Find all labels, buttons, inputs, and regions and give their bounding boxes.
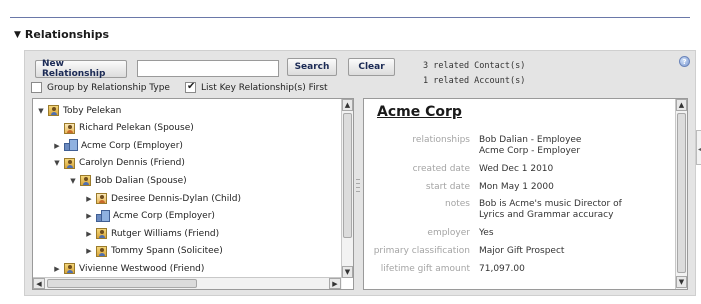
contact-icon	[64, 122, 75, 134]
relationship-detail: Acme Corp relationships Bob Dalian - Emp…	[363, 98, 688, 290]
tree-node-label[interactable]: Acme Corp (Employer)	[81, 141, 183, 151]
collapse-triangle-icon[interactable]: ▼	[68, 177, 78, 185]
scrollbar-thumb[interactable]	[343, 113, 352, 238]
start-date-label: start date	[425, 182, 470, 192]
contact-icon	[80, 175, 91, 187]
related-accounts-count: 1 related Account(s)	[423, 76, 526, 86]
detail-relationships-row: relationships Bob Dalian - Employee Acme…	[364, 135, 674, 157]
scroll-left-arrow-icon[interactable]: ◀	[33, 278, 45, 289]
lifetime-gift-amount-value: 71,097.00	[479, 264, 525, 274]
tree-node[interactable]: ▶ Acme Corp (Employer)	[52, 137, 183, 154]
section-divider	[10, 17, 690, 18]
relationship-line: Acme Corp - Employer	[479, 146, 581, 156]
tree-node[interactable]: ▶ Acme Corp (Employer)	[84, 208, 215, 225]
horizontal-scrollbar-thumb[interactable]	[47, 279, 197, 288]
contact-icon	[96, 228, 107, 240]
search-button[interactable]: Search	[287, 58, 337, 76]
group-by-type-checkbox[interactable]	[31, 82, 42, 93]
scroll-down-arrow-icon[interactable]: ▼	[342, 266, 353, 278]
tree-node-label[interactable]: Richard Pelekan (Spouse)	[79, 123, 194, 133]
group-by-type-label: Group by Relationship Type	[47, 82, 170, 93]
notes-line: Lyrics and Grammar accuracy	[479, 210, 614, 220]
detail-start-row: start date Mon May 1 2000	[364, 182, 674, 193]
related-contacts-count: 3 related Contact(s)	[423, 61, 526, 71]
tree-node[interactable]: ▶ Rutger Williams (Friend)	[84, 225, 219, 242]
detail-title[interactable]: Acme Corp	[377, 104, 462, 120]
created-date-label: created date	[412, 164, 470, 174]
expand-triangle-icon[interactable]: ▶	[84, 247, 94, 255]
section-header[interactable]: ▼ Relationships	[14, 28, 109, 41]
relationships-value: Bob Dalian - Employee Acme Corp - Employ…	[479, 135, 581, 157]
expand-triangle-icon[interactable]: ▶	[84, 212, 94, 220]
contact-icon	[64, 157, 75, 169]
expand-triangle-icon[interactable]: ▶	[52, 142, 62, 150]
relationship-tree[interactable]: ▼ Toby Pelekan Richard Pelekan (Spouse) ▶ Ac…	[32, 98, 354, 290]
start-date-value: Mon May 1 2000	[479, 182, 554, 192]
account-icon	[64, 139, 78, 152]
tree-node-label[interactable]: Rutger Williams (Friend)	[111, 229, 219, 239]
list-key-first-option[interactable]: List Key Relationship(s) First	[185, 81, 328, 93]
scroll-up-arrow-icon[interactable]: ▲	[342, 99, 353, 111]
account-icon	[96, 209, 110, 222]
tree-vertical-scrollbar[interactable]: ▲ ▼	[341, 99, 353, 278]
detail-employer-row: employer Yes	[364, 228, 674, 239]
detail-primary-row: primary classification Major Gift Prospe…	[364, 246, 674, 257]
notes-label: notes	[445, 199, 470, 209]
tree-node[interactable]: ▶ Tommy Spann (Solicitee)	[84, 243, 223, 260]
tree-node[interactable]: Richard Pelekan (Spouse)	[52, 120, 194, 137]
group-by-type-option[interactable]: Group by Relationship Type	[31, 82, 170, 93]
tree-node-label[interactable]: Toby Pelekan	[63, 106, 121, 116]
detail-notes-row: notes Bob is Acme's music Director of Ly…	[364, 199, 674, 221]
section-title: Relationships	[24, 28, 110, 41]
tree-horizontal-scrollbar[interactable]: ◀ ▶	[33, 277, 342, 289]
employer-label: employer	[427, 228, 470, 238]
list-key-first-label: List Key Relationship(s) First	[201, 82, 328, 93]
notes-value: Bob is Acme's music Director of Lyrics a…	[479, 199, 622, 221]
collapse-triangle-icon[interactable]: ▼	[52, 159, 62, 167]
detail-created-row: created date Wed Dec 1 2010	[364, 164, 674, 175]
contact-icon	[96, 245, 107, 257]
tree-node[interactable]: ▼ Toby Pelekan	[36, 102, 121, 119]
search-input[interactable]	[137, 60, 279, 77]
expand-triangle-icon[interactable]: ▶	[84, 230, 94, 238]
contact-icon	[64, 263, 75, 275]
tree-node[interactable]: ▶ Desiree Dennis-Dylan (Child)	[84, 190, 241, 207]
tree-node-label[interactable]: Bob Dalian (Spouse)	[95, 176, 187, 186]
collapse-triangle-icon[interactable]: ▼	[36, 107, 46, 115]
new-relationship-button[interactable]: New Relationship	[35, 59, 127, 79]
scroll-down-arrow-icon[interactable]: ▼	[676, 276, 687, 288]
primary-classification-label: primary classification	[373, 246, 470, 256]
scrollbar-thumb[interactable]	[677, 113, 686, 273]
contact-icon	[96, 193, 107, 204]
employer-value: Yes	[479, 228, 494, 238]
expand-triangle-icon[interactable]: ▶	[52, 265, 62, 273]
clear-button[interactable]: Clear	[348, 58, 395, 76]
tree-node[interactable]: ▶ Vivienne Westwood (Friend)	[52, 260, 204, 277]
expand-triangle-icon[interactable]: ▶	[84, 195, 94, 203]
tree-node-label[interactable]: Vivienne Westwood (Friend)	[79, 264, 204, 274]
detail-vertical-scrollbar[interactable]: ▲ ▼	[675, 99, 687, 289]
contact-icon	[48, 105, 59, 116]
primary-classification-value: Major Gift Prospect	[479, 246, 565, 256]
scroll-right-arrow-icon[interactable]: ▶	[329, 278, 341, 289]
pane-splitter[interactable]	[356, 179, 360, 197]
tree-node-label[interactable]: Carolyn Dennis (Friend)	[79, 158, 185, 168]
list-key-first-checkbox[interactable]	[185, 81, 196, 93]
detail-lifetime-row: lifetime gift amount 71,097.00	[364, 264, 674, 275]
relationships-label: relationships	[412, 135, 470, 145]
side-collapse-handle[interactable]: ◂	[696, 130, 701, 165]
lifetime-gift-amount-label: lifetime gift amount	[380, 264, 470, 274]
relationship-line: Bob Dalian - Employee	[479, 135, 582, 145]
notes-line: Bob is Acme's music Director of	[479, 199, 622, 209]
tree-node-label[interactable]: Tommy Spann (Solicitee)	[111, 246, 223, 256]
triangle-down-icon[interactable]: ▼	[14, 30, 21, 40]
relationships-panel: New Relationship Search Clear 3 related …	[24, 50, 696, 296]
help-icon[interactable]: ?	[679, 56, 690, 67]
tree-node[interactable]: ▼ Bob Dalian (Spouse)	[68, 172, 187, 189]
tree-node-label[interactable]: Acme Corp (Employer)	[113, 211, 215, 221]
tree-node[interactable]: ▼ Carolyn Dennis (Friend)	[52, 155, 185, 172]
tree-node-label[interactable]: Desiree Dennis-Dylan (Child)	[111, 194, 241, 204]
created-date-value: Wed Dec 1 2010	[479, 164, 554, 174]
scroll-up-arrow-icon[interactable]: ▲	[676, 99, 687, 111]
